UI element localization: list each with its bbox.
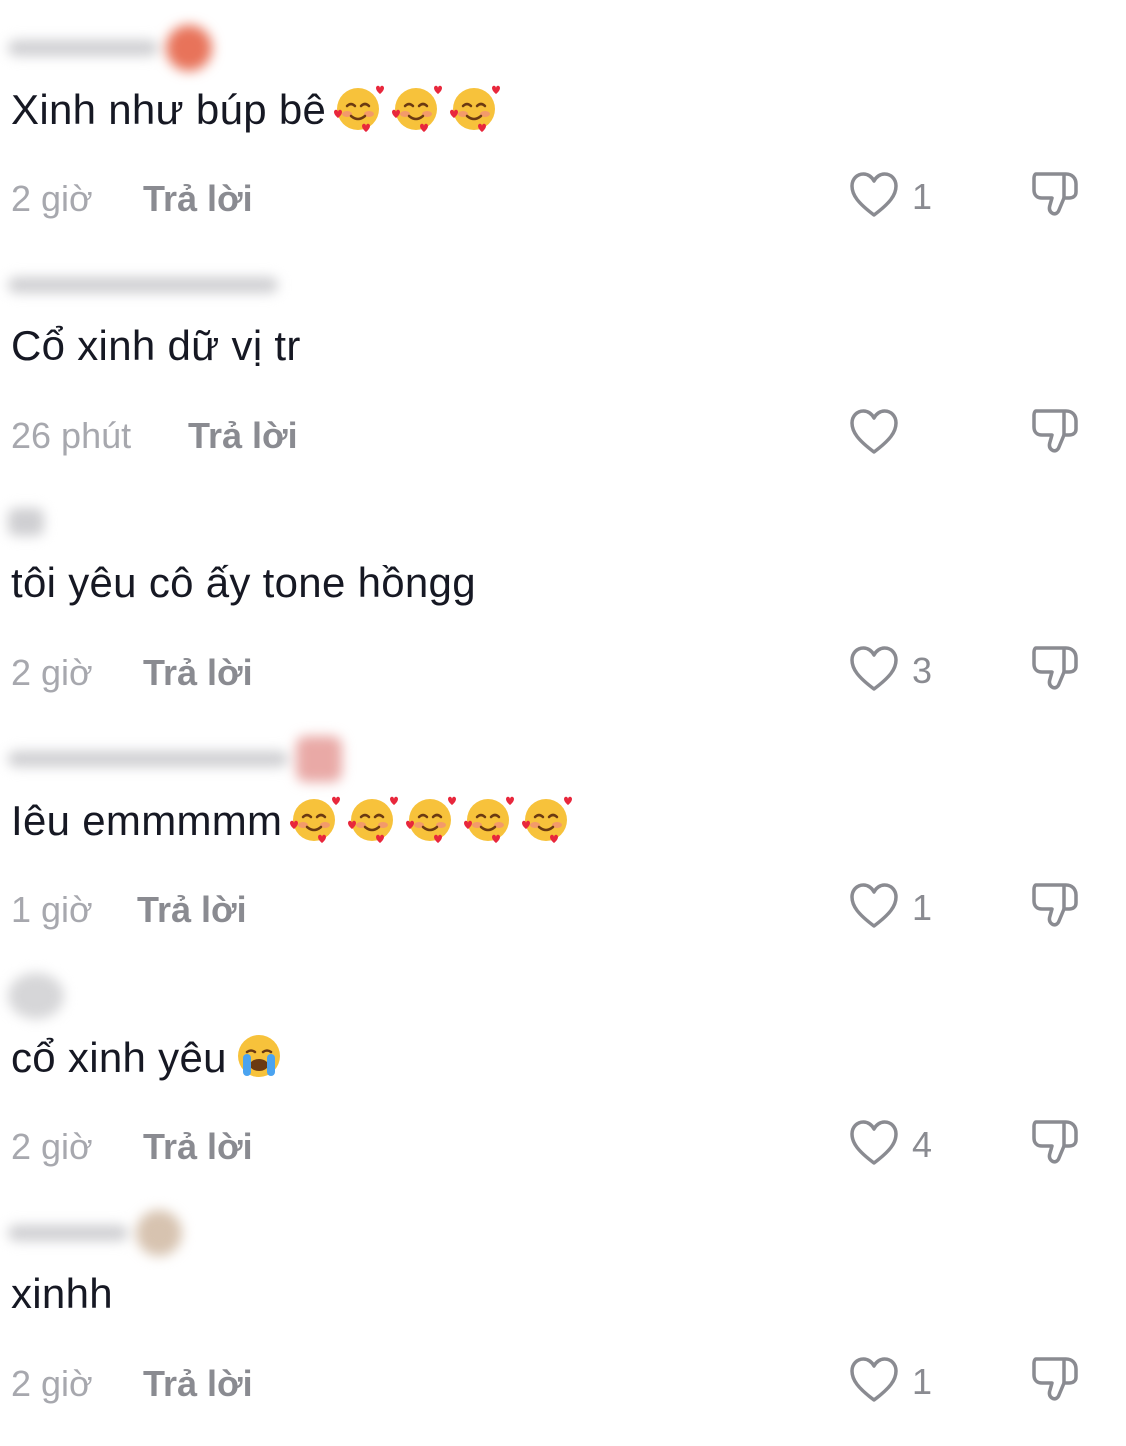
- username-blurred[interactable]: [8, 735, 342, 783]
- thumbs-down-icon[interactable]: [1026, 403, 1082, 459]
- comment-meta: 2 giờ Trả lời: [11, 645, 253, 701]
- like-count: 1: [912, 887, 933, 928]
- heart-icon[interactable]: [848, 881, 900, 933]
- comment-time: 2 giờ: [11, 1363, 93, 1404]
- heart-icon[interactable]: [848, 644, 900, 696]
- username-blurred[interactable]: [8, 972, 64, 1020]
- smiling-face-with-hearts-icon: [289, 795, 341, 845]
- comment-time: 1 giờ: [11, 889, 93, 930]
- thumbs-down-icon[interactable]: [1026, 1114, 1082, 1170]
- loudly-crying-face-icon: [236, 1033, 282, 1079]
- comment-text: tôi yêu cô ấy tone hồngg: [11, 556, 476, 610]
- reply-button[interactable]: Trả lời: [143, 178, 253, 220]
- username-blurred[interactable]: [8, 261, 278, 309]
- like-count: 1: [912, 1361, 933, 1402]
- username-blurred[interactable]: [8, 1209, 182, 1257]
- comment-meta: 1 giờ Trả lời: [11, 882, 247, 938]
- comment-body: cổ xinh yêu: [11, 1034, 227, 1081]
- smiling-face-with-hearts-icon: [405, 795, 457, 845]
- thumbs-down-icon[interactable]: [1026, 640, 1082, 696]
- comment-body: Cổ xinh dữ vị tr: [11, 322, 301, 369]
- thumbs-down-icon[interactable]: [1026, 877, 1082, 933]
- like-count: 4: [912, 1124, 933, 1165]
- comment-meta: 26 phút Trả lời: [11, 408, 298, 464]
- comment-meta: 2 giờ Trả lời: [11, 1119, 253, 1175]
- like-count: 1: [912, 176, 933, 217]
- comment-body: tôi yêu cô ấy tone hồngg: [11, 559, 476, 606]
- comment-text: xinhh: [11, 1267, 113, 1321]
- comment-item: tôi yêu cô ấy tone hồngg 2 giờ Trả lời 3: [0, 498, 1126, 735]
- heart-icon[interactable]: [848, 407, 900, 459]
- comment-item: cổ xinh yêu 2 giờ Trả lời 4: [0, 972, 1126, 1209]
- comment-body: Iêu emmmmm: [11, 797, 283, 844]
- heart-icon[interactable]: [848, 1355, 900, 1407]
- comment-item: Iêu emmmmm 1 giờ Trả lời 1: [0, 735, 1126, 972]
- smiling-face-with-hearts-icon: [521, 795, 573, 845]
- smiling-face-with-hearts-icon: [448, 84, 501, 134]
- reply-button[interactable]: Trả lời: [143, 652, 253, 694]
- comment-time: 2 giờ: [11, 652, 93, 693]
- thumbs-down-icon[interactable]: [1026, 1351, 1082, 1407]
- heart-icon[interactable]: [848, 170, 900, 222]
- comment-item: Xinh như búp bê 2 giờ Trả lời 1: [0, 24, 1126, 261]
- thumbs-down-icon[interactable]: [1026, 166, 1082, 222]
- comment-time: 26 phút: [11, 415, 132, 456]
- comment-text: cổ xinh yêu: [11, 1030, 285, 1085]
- comment-time: 2 giờ: [11, 1126, 93, 1167]
- reply-button[interactable]: Trả lời: [137, 889, 247, 931]
- comment-text: Iêu emmmmm: [11, 793, 573, 848]
- comment-meta: 2 giờ Trả lời: [11, 171, 253, 227]
- comment-item: Cổ xinh dữ vị tr 26 phút Trả lời: [0, 261, 1126, 498]
- smiling-face-with-hearts-icon: [347, 795, 399, 845]
- username-blurred[interactable]: [8, 498, 44, 546]
- username-blurred[interactable]: [8, 24, 212, 72]
- comment-text: Cổ xinh dữ vị tr: [11, 319, 301, 373]
- comment-item: xinhh 2 giờ Trả lời 1: [0, 1209, 1126, 1446]
- like-count: 3: [912, 650, 933, 691]
- comment-text: Xinh như búp bê: [11, 82, 501, 137]
- heart-icon[interactable]: [848, 1118, 900, 1170]
- comment-meta: 2 giờ Trả lời: [11, 1356, 253, 1412]
- comment-body: xinhh: [11, 1270, 113, 1317]
- reply-button[interactable]: Trả lời: [143, 1126, 253, 1168]
- reply-button[interactable]: Trả lời: [188, 415, 298, 457]
- smiling-face-with-hearts-icon: [390, 84, 443, 134]
- smiling-face-with-hearts-icon: [463, 795, 515, 845]
- smiling-face-with-hearts-icon: [332, 84, 385, 134]
- reply-button[interactable]: Trả lời: [143, 1363, 253, 1405]
- comment-body: Xinh như búp bê: [11, 86, 327, 133]
- comment-time: 2 giờ: [11, 178, 93, 219]
